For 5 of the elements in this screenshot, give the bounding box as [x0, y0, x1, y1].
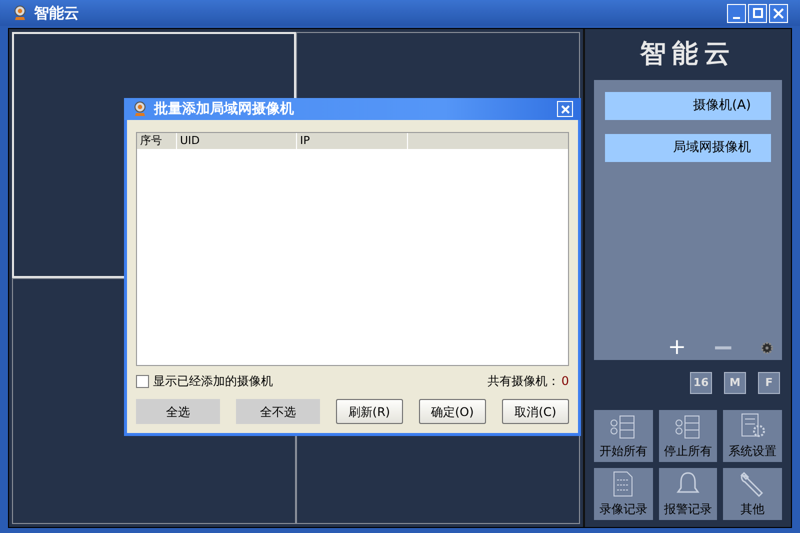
- camera-count-label: 共有摄像机：: [487, 373, 560, 390]
- logo: 智能云: [640, 38, 736, 71]
- dialog-title: 批量添加局域网摄像机: [154, 100, 294, 118]
- camera-count: 0: [560, 373, 569, 390]
- window-title: 智能云: [34, 2, 79, 24]
